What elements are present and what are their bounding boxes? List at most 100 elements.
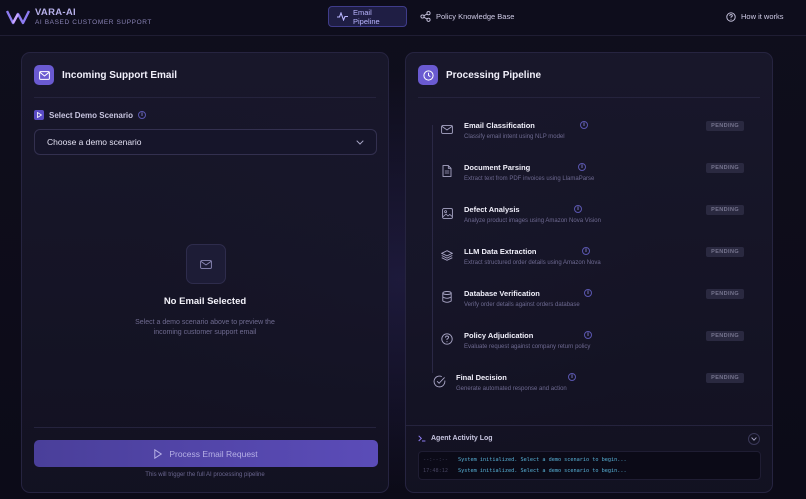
chevron-down-icon xyxy=(751,437,757,441)
demo-scenario-select[interactable]: Choose a demo scenario xyxy=(34,129,377,155)
step-title: Email Classification xyxy=(464,121,535,130)
step-description: Extract structured order details using A… xyxy=(464,260,601,266)
step-title-text: Policy Adjudication xyxy=(464,331,534,340)
info-icon[interactable]: i xyxy=(580,121,588,129)
divider xyxy=(418,97,760,98)
pipeline-step-document-parsing: Document Parsing i Extract text from PDF… xyxy=(418,159,762,199)
empty-state-description: Select a demo scenario above to preview … xyxy=(135,319,275,336)
step-title: Final Decision xyxy=(456,373,507,382)
pipeline-step-database-verification: Database Verification i Verify order det… xyxy=(418,285,762,325)
pipeline-step-final-decision: Final Decision i Generate automated resp… xyxy=(418,369,762,409)
log-entry: 17:48:12 System initialized. Select a de… xyxy=(423,468,627,474)
step-description: Classify email intent using NLP model xyxy=(464,134,565,140)
step-title: Defect Analysis xyxy=(464,205,520,214)
how-it-works-label: How it works xyxy=(741,12,784,21)
status-badge: PENDING xyxy=(706,247,744,257)
pipeline-step-policy-adjudication: Policy Adjudication i Evaluate request a… xyxy=(418,327,762,367)
file-icon xyxy=(440,164,454,178)
step-description: Verify order details against orders data… xyxy=(464,302,580,308)
info-icon[interactable]: i xyxy=(584,289,592,297)
help-circle-icon xyxy=(440,332,454,346)
activity-icon xyxy=(337,12,348,21)
database-icon xyxy=(440,290,454,304)
info-icon[interactable]: i xyxy=(578,163,586,171)
step-title-text: Email Classification xyxy=(464,121,535,130)
step-title-text: LLM Data Extraction xyxy=(464,247,537,256)
info-icon[interactable]: i xyxy=(584,331,592,339)
brand-logo-icon xyxy=(6,10,30,25)
chevron-down-icon xyxy=(356,139,364,145)
info-icon[interactable]: i xyxy=(138,111,147,119)
scenario-label: Select Demo Scenario i xyxy=(34,110,147,120)
log-toggle-button[interactable] xyxy=(748,433,760,445)
info-icon[interactable]: i xyxy=(582,247,590,255)
tab-label: Policy Knowledge Base xyxy=(436,12,515,21)
divider xyxy=(34,97,376,98)
log-message: System initialized. Select a demo scenar… xyxy=(458,468,627,474)
status-badge: PENDING xyxy=(706,289,744,299)
log-time: --:--:-- xyxy=(423,457,448,463)
play-icon xyxy=(154,448,163,459)
status-badge: PENDING xyxy=(706,121,744,131)
top-bar: VARA-AI AI BASED CUSTOMER SUPPORT Email … xyxy=(0,0,806,36)
tab-email-pipeline[interactable]: Email Pipeline xyxy=(328,6,407,27)
status-badge: PENDING xyxy=(706,373,744,383)
pipeline-step-email-classification: Email Classification i Classify email in… xyxy=(418,117,762,157)
play-square-icon xyxy=(34,110,44,120)
log-time: 17:48:12 xyxy=(423,468,448,474)
info-icon[interactable]: i xyxy=(568,373,576,381)
step-title-text: Document Parsing xyxy=(464,163,531,172)
brand-subtitle: AI BASED CUSTOMER SUPPORT xyxy=(35,19,152,26)
step-description: Extract text from PDF invoices using Lla… xyxy=(464,176,595,182)
empty-mail-icon xyxy=(186,244,226,284)
step-title: Database Verification xyxy=(464,289,540,298)
step-title-text: Database Verification xyxy=(464,289,540,298)
step-description: Analyze product images using Amazon Nova… xyxy=(464,218,601,224)
panel-title: Processing Pipeline xyxy=(446,69,542,81)
clock-icon xyxy=(418,65,438,85)
divider xyxy=(406,425,772,426)
brand-name: VARA-AI xyxy=(35,7,76,18)
step-description: Generate automated response and action xyxy=(456,386,567,392)
terminal-icon xyxy=(418,435,426,442)
pipeline-step-defect-analysis: Defect Analysis i Analyze product images… xyxy=(418,201,762,241)
tab-policy-knowledge-base[interactable]: Policy Knowledge Base xyxy=(412,6,522,27)
step-title: Document Parsing xyxy=(464,163,530,172)
mail-icon xyxy=(34,65,54,85)
activity-log: --:--:-- System initialized. Select a de… xyxy=(418,451,761,480)
incoming-email-panel: Incoming Support Email Select Demo Scena… xyxy=(21,52,389,493)
divider xyxy=(34,427,376,428)
scenario-label-text: Select Demo Scenario xyxy=(49,110,134,120)
processing-pipeline-panel: Processing Pipeline Email Classification… xyxy=(405,52,773,493)
log-message: System initialized. Select a demo scenar… xyxy=(458,457,627,463)
share-icon xyxy=(420,11,431,22)
status-badge: PENDING xyxy=(706,163,744,173)
status-badge: PENDING xyxy=(706,331,744,341)
mail-icon xyxy=(440,122,454,136)
layers-icon xyxy=(440,248,454,262)
help-circle-icon xyxy=(726,11,736,22)
process-hint: This will trigger the full AI processing… xyxy=(145,472,265,478)
pipeline-step-llm-data-extraction: LLM Data Extraction i Extract structured… xyxy=(418,243,762,283)
step-title: Policy Adjudication xyxy=(464,331,533,340)
step-description: Evaluate request against company return … xyxy=(464,344,591,350)
step-title-text: Final Decision xyxy=(456,373,507,382)
status-badge: PENDING xyxy=(706,205,744,215)
step-title: LLM Data Extraction xyxy=(464,247,537,256)
how-it-works-button[interactable]: How it works xyxy=(718,6,792,27)
panel-title: Incoming Support Email xyxy=(62,69,178,81)
tab-label: Email Pipeline xyxy=(353,7,380,26)
activity-log-header[interactable]: Agent Activity Log xyxy=(418,435,493,442)
panel-header: Incoming Support Email xyxy=(34,65,177,85)
check-circle-icon xyxy=(432,374,446,388)
process-email-button[interactable]: Process Email Request xyxy=(34,440,378,467)
select-placeholder: Choose a demo scenario xyxy=(47,137,142,147)
empty-state-title: No Email Selected xyxy=(163,296,247,307)
log-entry: --:--:-- System initialized. Select a de… xyxy=(423,457,627,463)
process-button-label: Process Email Request xyxy=(169,448,258,459)
panel-header: Processing Pipeline xyxy=(418,65,541,85)
activity-log-title: Agent Activity Log xyxy=(431,435,493,442)
step-title-text: Defect Analysis xyxy=(464,205,520,214)
image-icon xyxy=(440,206,454,220)
info-icon[interactable]: i xyxy=(574,205,582,213)
